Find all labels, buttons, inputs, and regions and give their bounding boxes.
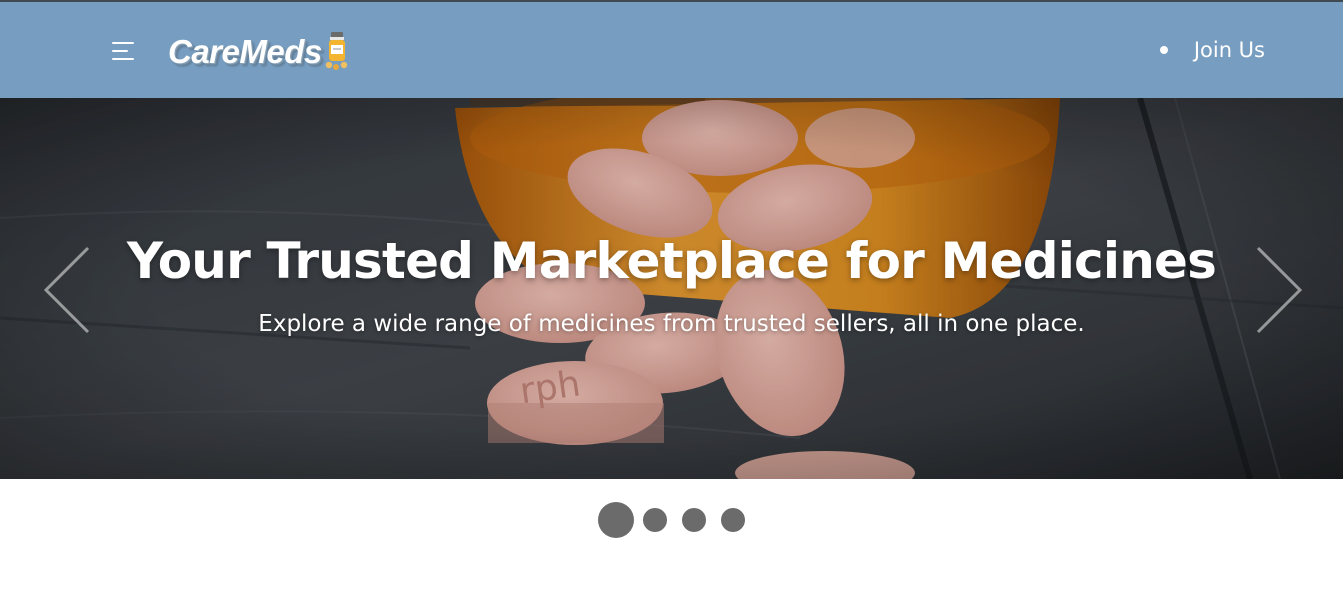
hero-title: Your Trusted Marketplace for Medicines [126, 232, 1217, 290]
join-us-label: Join Us [1193, 38, 1265, 62]
hero-carousel: rph Your Trusted Marketplace for Medicin… [0, 98, 1343, 479]
carousel-next-button[interactable] [1256, 246, 1306, 334]
carousel-indicator-4[interactable] [721, 508, 745, 532]
carousel-indicator-3[interactable] [682, 508, 706, 532]
hamburger-menu-icon[interactable] [112, 42, 138, 62]
carousel-prev-button[interactable] [40, 246, 90, 334]
hero-subtitle: Explore a wide range of medicines from t… [258, 311, 1085, 337]
chevron-left-icon [43, 246, 90, 334]
carousel-indicator-1[interactable] [598, 502, 634, 538]
carousel-indicator-2[interactable] [643, 508, 667, 532]
chevron-right-icon [1256, 246, 1303, 334]
bullet-icon [1159, 46, 1168, 54]
medicine-bottle-icon [325, 32, 347, 70]
brand-name: CareMeds [168, 33, 322, 70]
navbar: CareMeds Join Us [0, 2, 1343, 98]
brand-logo[interactable]: CareMeds [168, 30, 350, 74]
carousel-indicators [0, 500, 1343, 540]
join-us-link[interactable]: Join Us [1159, 38, 1265, 62]
